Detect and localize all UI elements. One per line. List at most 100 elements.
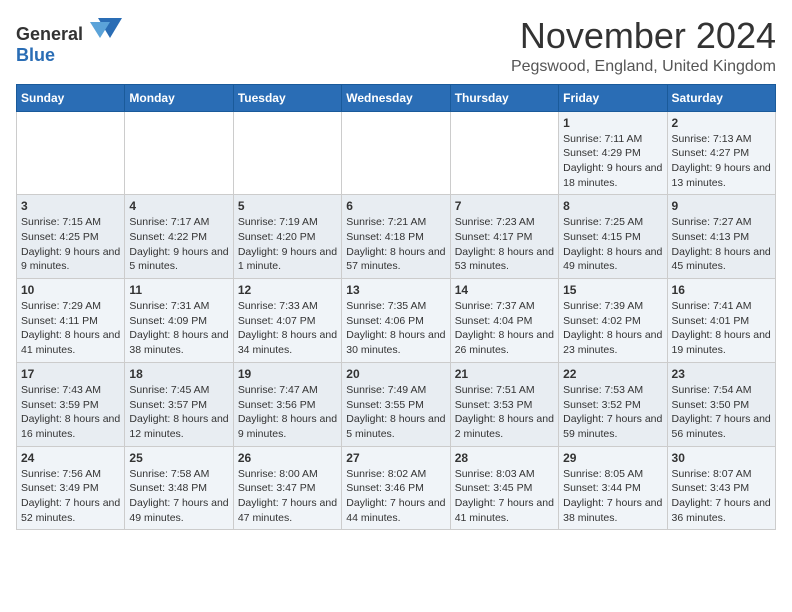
day-number: 2 <box>672 116 771 130</box>
weekday-row: SundayMondayTuesdayWednesdayThursdayFrid… <box>17 84 776 111</box>
day-number: 12 <box>238 283 337 297</box>
day-info: Sunrise: 7:25 AMSunset: 4:15 PMDaylight:… <box>563 215 662 274</box>
day-info: Sunrise: 7:13 AMSunset: 4:27 PMDaylight:… <box>672 132 771 191</box>
day-number: 7 <box>455 199 554 213</box>
day-number: 17 <box>21 367 120 381</box>
month-title: November 2024 <box>511 16 776 56</box>
day-info: Sunrise: 7:33 AMSunset: 4:07 PMDaylight:… <box>238 299 337 358</box>
weekday-header-saturday: Saturday <box>667 84 775 111</box>
calendar-week-3: 17Sunrise: 7:43 AMSunset: 3:59 PMDayligh… <box>17 362 776 446</box>
calendar-cell: 29Sunrise: 8:05 AMSunset: 3:44 PMDayligh… <box>559 446 667 530</box>
calendar-cell <box>17 111 125 195</box>
day-number: 19 <box>238 367 337 381</box>
calendar-cell: 23Sunrise: 7:54 AMSunset: 3:50 PMDayligh… <box>667 362 775 446</box>
day-number: 25 <box>129 451 228 465</box>
calendar-cell: 25Sunrise: 7:58 AMSunset: 3:48 PMDayligh… <box>125 446 233 530</box>
day-info: Sunrise: 7:23 AMSunset: 4:17 PMDaylight:… <box>455 215 554 274</box>
weekday-header-tuesday: Tuesday <box>233 84 341 111</box>
logo-general: General <box>16 24 83 44</box>
day-number: 22 <box>563 367 662 381</box>
day-number: 11 <box>129 283 228 297</box>
calendar-cell: 1 Sunrise: 7:11 AMSunset: 4:29 PMDaylight… <box>559 111 667 195</box>
calendar-week-0: 1 Sunrise: 7:11 AMSunset: 4:29 PMDaylight… <box>17 111 776 195</box>
page-header: General Blue November 2024 Pegswood, Eng… <box>16 16 776 76</box>
day-info: Sunrise: 7:45 AMSunset: 3:57 PMDaylight:… <box>129 383 228 442</box>
calendar-cell: 12 Sunrise: 7:33 AMSunset: 4:07 PMDayligh… <box>233 279 341 363</box>
day-number: 21 <box>455 367 554 381</box>
day-info: Sunrise: 8:00 AMSunset: 3:47 PMDaylight:… <box>238 467 337 526</box>
day-number: 3 <box>21 199 120 213</box>
weekday-header-sunday: Sunday <box>17 84 125 111</box>
calendar-week-4: 24 Sunrise: 7:56 AMSunset: 3:49 PMDayligh… <box>17 446 776 530</box>
day-info: Sunrise: 7:54 AMSunset: 3:50 PMDaylight:… <box>672 383 771 442</box>
calendar-cell: 30Sunrise: 8:07 AMSunset: 3:43 PMDayligh… <box>667 446 775 530</box>
day-info: Sunrise: 7:35 AMSunset: 4:06 PMDaylight:… <box>346 299 445 358</box>
day-info: Sunrise: 7:17 AMSunset: 4:22 PMDaylight:… <box>129 215 228 274</box>
calendar-cell: 6Sunrise: 7:21 AMSunset: 4:18 PMDaylight… <box>342 195 450 279</box>
calendar-table: SundayMondayTuesdayWednesdayThursdayFrid… <box>16 84 776 531</box>
calendar-cell: 7 Sunrise: 7:23 AMSunset: 4:17 PMDaylight… <box>450 195 558 279</box>
day-info: Sunrise: 7:51 AMSunset: 3:53 PMDaylight:… <box>455 383 554 442</box>
weekday-header-monday: Monday <box>125 84 233 111</box>
day-info: Sunrise: 7:49 AMSunset: 3:55 PMDaylight:… <box>346 383 445 442</box>
calendar-header: SundayMondayTuesdayWednesdayThursdayFrid… <box>17 84 776 111</box>
calendar-cell: 19 Sunrise: 7:47 AMSunset: 3:56 PMDayligh… <box>233 362 341 446</box>
calendar-cell <box>342 111 450 195</box>
calendar-cell: 5Sunrise: 7:19 AMSunset: 4:20 PMDaylight… <box>233 195 341 279</box>
calendar-cell: 4Sunrise: 7:17 AMSunset: 4:22 PMDaylight… <box>125 195 233 279</box>
calendar-cell: 24 Sunrise: 7:56 AMSunset: 3:49 PMDayligh… <box>17 446 125 530</box>
day-info: Sunrise: 7:37 AMSunset: 4:04 PMDaylight:… <box>455 299 554 358</box>
day-info: Sunrise: 7:19 AMSunset: 4:20 PMDaylight:… <box>238 215 337 274</box>
calendar-cell: 18 Sunrise: 7:45 AMSunset: 3:57 PMDayligh… <box>125 362 233 446</box>
calendar-cell: 17Sunrise: 7:43 AMSunset: 3:59 PMDayligh… <box>17 362 125 446</box>
logo-text: General <box>16 16 122 45</box>
calendar-cell: 2 Sunrise: 7:13 AMSunset: 4:27 PMDaylight… <box>667 111 775 195</box>
day-number: 24 <box>21 451 120 465</box>
calendar-cell: 21 Sunrise: 7:51 AMSunset: 3:53 PMDayligh… <box>450 362 558 446</box>
day-number: 26 <box>238 451 337 465</box>
calendar-week-2: 10Sunrise: 7:29 AMSunset: 4:11 PMDayligh… <box>17 279 776 363</box>
calendar-cell: 14 Sunrise: 7:37 AMSunset: 4:04 PMDayligh… <box>450 279 558 363</box>
day-number: 14 <box>455 283 554 297</box>
day-info: Sunrise: 7:56 AMSunset: 3:49 PMDaylight:… <box>21 467 120 526</box>
day-number: 18 <box>129 367 228 381</box>
day-info: Sunrise: 8:03 AMSunset: 3:45 PMDaylight:… <box>455 467 554 526</box>
calendar-cell: 11 Sunrise: 7:31 AMSunset: 4:09 PMDayligh… <box>125 279 233 363</box>
day-info: Sunrise: 8:02 AMSunset: 3:46 PMDaylight:… <box>346 467 445 526</box>
weekday-header-friday: Friday <box>559 84 667 111</box>
day-number: 27 <box>346 451 445 465</box>
day-number: 15 <box>563 283 662 297</box>
weekday-header-thursday: Thursday <box>450 84 558 111</box>
logo-blue: Blue <box>16 45 55 65</box>
calendar-cell: 28Sunrise: 8:03 AMSunset: 3:45 PMDayligh… <box>450 446 558 530</box>
day-number: 6 <box>346 199 445 213</box>
logo: General Blue <box>16 16 122 66</box>
day-number: 10 <box>21 283 120 297</box>
calendar-cell: 27 Sunrise: 8:02 AMSunset: 3:46 PMDayligh… <box>342 446 450 530</box>
day-info: Sunrise: 7:41 AMSunset: 4:01 PMDaylight:… <box>672 299 771 358</box>
day-info: Sunrise: 7:47 AMSunset: 3:56 PMDaylight:… <box>238 383 337 442</box>
day-number: 16 <box>672 283 771 297</box>
calendar-cell: 8Sunrise: 7:25 AMSunset: 4:15 PMDaylight… <box>559 195 667 279</box>
day-info: Sunrise: 7:31 AMSunset: 4:09 PMDaylight:… <box>129 299 228 358</box>
weekday-header-wednesday: Wednesday <box>342 84 450 111</box>
day-info: Sunrise: 7:27 AMSunset: 4:13 PMDaylight:… <box>672 215 771 274</box>
day-number: 29 <box>563 451 662 465</box>
calendar-cell <box>125 111 233 195</box>
calendar-cell: 26 Sunrise: 8:00 AMSunset: 3:47 PMDayligh… <box>233 446 341 530</box>
day-info: Sunrise: 7:11 AMSunset: 4:29 PMDaylight:… <box>563 132 662 191</box>
calendar-cell: 22 Sunrise: 7:53 AMSunset: 3:52 PMDayligh… <box>559 362 667 446</box>
day-number: 1 <box>563 116 662 130</box>
calendar-week-1: 3Sunrise: 7:15 AMSunset: 4:25 PMDaylight… <box>17 195 776 279</box>
calendar-cell: 10Sunrise: 7:29 AMSunset: 4:11 PMDayligh… <box>17 279 125 363</box>
calendar-body: 1 Sunrise: 7:11 AMSunset: 4:29 PMDaylight… <box>17 111 776 530</box>
day-number: 13 <box>346 283 445 297</box>
day-info: Sunrise: 7:53 AMSunset: 3:52 PMDaylight:… <box>563 383 662 442</box>
day-number: 9 <box>672 199 771 213</box>
calendar-cell: 20 Sunrise: 7:49 AMSunset: 3:55 PMDayligh… <box>342 362 450 446</box>
calendar-cell: 13 Sunrise: 7:35 AMSunset: 4:06 PMDayligh… <box>342 279 450 363</box>
calendar-cell: 15Sunrise: 7:39 AMSunset: 4:02 PMDayligh… <box>559 279 667 363</box>
title-block: November 2024 Pegswood, England, United … <box>511 16 776 76</box>
day-number: 20 <box>346 367 445 381</box>
day-info: Sunrise: 8:07 AMSunset: 3:43 PMDaylight:… <box>672 467 771 526</box>
